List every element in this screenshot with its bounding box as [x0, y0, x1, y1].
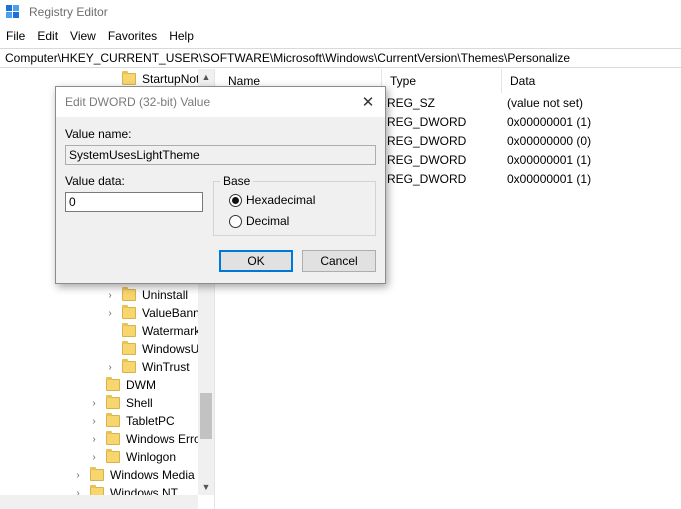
tree-item-label: DWM — [126, 378, 156, 392]
tree-item[interactable]: › Winlogon — [88, 448, 176, 466]
tree-item-label: Uninstall — [142, 288, 189, 302]
tree-item[interactable]: › WinTrust — [104, 358, 190, 376]
value-data-input[interactable]: 0 — [65, 192, 203, 212]
chevron-right-icon[interactable]: › — [104, 361, 116, 373]
column-header-type[interactable]: Type — [382, 69, 502, 93]
dialog-title: Edit DWORD (32-bit) Value — [56, 87, 385, 117]
tree-item-label: WindowsUp — [142, 342, 207, 356]
value-name-label: Value name: — [65, 127, 132, 141]
title-bar: Registry Editor — [0, 0, 681, 24]
decimal-label: Decimal — [246, 214, 290, 228]
scroll-thumb[interactable] — [200, 393, 212, 439]
tree-item[interactable]: › ValueBanne — [104, 304, 207, 322]
menu-file[interactable]: File — [6, 29, 25, 43]
value-data: (value not set) — [507, 96, 584, 110]
chevron-right-icon[interactable]: › — [104, 307, 116, 319]
tree-item[interactable]: › Windows Media — [72, 466, 195, 484]
value-data-label: Value data: — [65, 174, 125, 188]
radio-selected-icon[interactable] — [229, 193, 242, 207]
tree-item-label: Windows Media — [110, 468, 195, 482]
tree-item-label: TabletPC — [126, 414, 175, 428]
scroll-down-icon[interactable]: ▼ — [198, 479, 214, 495]
value-type: REG_SZ — [387, 96, 436, 110]
tree-item-label: WinTrust — [142, 360, 190, 374]
value-type: REG_DWORD — [387, 134, 467, 148]
chevron-right-icon[interactable]: › — [88, 397, 100, 409]
hexadecimal-radio[interactable]: Hexadecimal — [229, 193, 315, 207]
folder-icon — [122, 287, 136, 301]
cancel-button[interactable]: Cancel — [302, 250, 376, 272]
value-type: REG_DWORD — [387, 115, 467, 129]
chevron-right-icon[interactable]: › — [104, 289, 116, 301]
value-type: REG_DWORD — [387, 172, 467, 186]
tree-item-label: Shell — [126, 396, 153, 410]
chevron-right-icon — [104, 325, 116, 337]
tree-item[interactable]: › Uninstall — [104, 286, 188, 304]
tree-item[interactable]: › TabletPC — [88, 412, 175, 430]
value-name-field[interactable]: SystemUsesLightTheme — [65, 145, 376, 165]
folder-icon — [106, 449, 120, 463]
value-data: 0x00000001 (1) — [507, 172, 592, 186]
chevron-right-icon — [104, 73, 116, 85]
tree-item[interactable]: › Windows Error — [88, 430, 205, 448]
menu-help[interactable]: Help — [169, 29, 194, 43]
value-data: 0x00000001 (1) — [507, 153, 592, 167]
ok-button[interactable]: OK — [219, 250, 293, 272]
tree-item-label: StartupNot — [142, 72, 200, 86]
tree-item-label: ValueBanne — [142, 306, 207, 320]
folder-icon — [122, 341, 136, 355]
chevron-right-icon[interactable]: › — [88, 433, 100, 445]
window-title: Registry Editor — [29, 5, 108, 19]
tree-item[interactable]: WindowsUp — [104, 340, 206, 358]
folder-icon — [122, 323, 136, 337]
registry-editor-icon — [6, 5, 20, 19]
close-icon[interactable]: ✕ — [359, 93, 377, 111]
tree-item-label: Watermark — [142, 324, 201, 338]
menu-edit[interactable]: Edit — [37, 29, 58, 43]
value-data: 0x00000000 (0) — [507, 134, 592, 148]
tree-item-label: Winlogon — [126, 450, 177, 464]
value-type: REG_DWORD — [387, 153, 467, 167]
folder-icon — [122, 305, 136, 319]
menu-bar: File Edit View Favorites Help — [0, 26, 681, 46]
menu-favorites[interactable]: Favorites — [108, 29, 157, 43]
base-label: Base — [220, 174, 254, 188]
folder-icon — [90, 467, 104, 481]
tree-horizontal-scrollbar[interactable] — [0, 495, 198, 509]
column-header-data[interactable]: Data — [502, 69, 681, 93]
radio-unselected-icon[interactable] — [229, 214, 242, 228]
tree-item[interactable]: Watermark — [104, 322, 200, 340]
scroll-up-icon[interactable]: ▲ — [198, 69, 214, 85]
chevron-right-icon[interactable]: › — [88, 415, 100, 427]
chevron-right-icon[interactable]: › — [88, 451, 100, 463]
folder-icon — [122, 359, 136, 373]
hexadecimal-label: Hexadecimal — [246, 193, 316, 207]
folder-icon — [106, 395, 120, 409]
chevron-right-icon — [104, 343, 116, 355]
folder-icon — [106, 431, 120, 445]
tree-item[interactable]: › Shell — [88, 394, 153, 412]
folder-icon — [122, 71, 136, 85]
value-data: 0x00000001 (1) — [507, 115, 592, 129]
tree-item[interactable]: DWM — [88, 376, 156, 394]
folder-icon — [106, 377, 120, 391]
folder-icon — [106, 413, 120, 427]
tree-item-label: Windows Error — [126, 432, 205, 446]
decimal-radio[interactable]: Decimal — [229, 214, 289, 228]
chevron-right-icon[interactable]: › — [72, 469, 84, 481]
menu-view[interactable]: View — [70, 29, 96, 43]
chevron-right-icon — [88, 379, 100, 391]
edit-dword-dialog: Edit DWORD (32-bit) Value ✕ Value name: … — [55, 86, 386, 284]
address-bar[interactable]: Computer\HKEY_CURRENT_USER\SOFTWARE\Micr… — [0, 48, 681, 68]
